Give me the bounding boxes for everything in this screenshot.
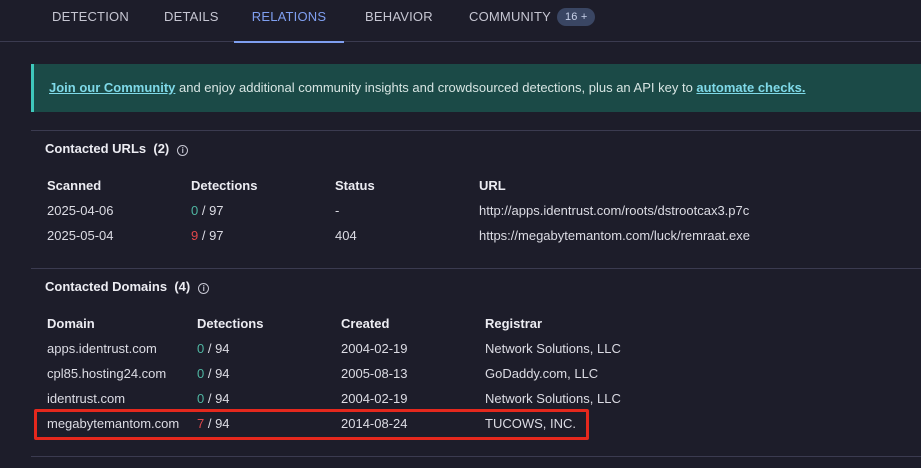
tab-label: BEHAVIOR — [365, 9, 433, 24]
column-header-detections: Detections — [197, 316, 264, 331]
detections-cell: 0 / 94 — [197, 391, 230, 406]
column-header-status: Status — [335, 178, 375, 193]
registrar-cell: GoDaddy.com, LLC — [485, 366, 599, 381]
tab-details[interactable]: DETAILS — [164, 0, 219, 42]
divider — [31, 130, 921, 131]
banner-text: and enjoy additional community insights … — [175, 80, 697, 95]
created-date: 2005-08-13 — [341, 366, 408, 381]
domain-link[interactable]: apps.identrust.com — [47, 341, 157, 356]
community-count-badge: 16 + — [556, 8, 596, 26]
tab-detection[interactable]: DETECTION — [52, 0, 129, 42]
detection-total: / 94 — [204, 341, 230, 356]
automate-checks-link[interactable]: automate checks. — [696, 80, 805, 95]
detections-cell: 9 / 97 — [191, 228, 224, 243]
info-icon[interactable]: i — [177, 145, 189, 156]
tab-relations[interactable]: RELATIONS — [234, 0, 344, 43]
registrar-cell: Network Solutions, LLC — [485, 391, 621, 406]
created-date: 2004-02-19 — [341, 391, 408, 406]
scanned-date: 2025-05-04 — [47, 228, 114, 243]
detection-total: / 94 — [204, 366, 230, 381]
divider — [31, 456, 921, 457]
column-header-registrar: Registrar — [485, 316, 543, 331]
column-header-created: Created — [341, 316, 390, 331]
domain-link[interactable]: cpl85.hosting24.com — [47, 366, 166, 381]
column-header-scanned: Scanned — [47, 178, 102, 193]
tab-community[interactable]: COMMUNITY 16 + — [469, 0, 596, 42]
url-link[interactable]: https://megabytemantom.com/luck/remraat.… — [479, 228, 750, 243]
column-header-domain: Domain — [47, 316, 95, 331]
active-tab-indicator — [234, 41, 344, 43]
tab-behavior[interactable]: BEHAVIOR — [365, 0, 433, 42]
detections-cell: 0 / 94 — [197, 366, 230, 381]
community-banner: Join our Community and enjoy additional … — [31, 64, 921, 112]
registrar-cell: Network Solutions, LLC — [485, 341, 621, 356]
tab-bar: DETECTION DETAILS RELATIONS BEHAVIOR COM… — [0, 0, 921, 43]
url-link[interactable]: http://apps.identrust.com/roots/dstrootc… — [479, 203, 749, 218]
detection-total: / 94 — [204, 391, 230, 406]
contacted-domains-title: Contacted Domains (4) i — [45, 279, 210, 294]
section-title-text: Contacted URLs — [45, 141, 147, 156]
tab-label: COMMUNITY — [469, 9, 551, 24]
column-header-detections: Detections — [191, 178, 258, 193]
detection-total: / 97 — [198, 203, 224, 218]
status-cell: 404 — [335, 228, 357, 243]
tab-label: DETECTION — [52, 9, 129, 24]
detection-total: / 97 — [198, 228, 224, 243]
highlight-box — [34, 409, 589, 440]
section-title-text: Contacted Domains — [45, 279, 168, 294]
divider — [31, 268, 921, 269]
tab-label: DETAILS — [164, 9, 219, 24]
section-count: (4) — [174, 279, 191, 294]
column-header-url: URL — [479, 178, 506, 193]
detections-cell: 0 / 97 — [191, 203, 224, 218]
domain-link[interactable]: identrust.com — [47, 391, 125, 406]
join-community-link[interactable]: Join our Community — [49, 80, 175, 95]
info-icon[interactable]: i — [198, 283, 210, 294]
section-count: (2) — [153, 141, 170, 156]
contacted-urls-title: Contacted URLs (2) i — [45, 141, 189, 156]
detections-cell: 0 / 94 — [197, 341, 230, 356]
scanned-date: 2025-04-06 — [47, 203, 114, 218]
created-date: 2004-02-19 — [341, 341, 408, 356]
status-cell: - — [335, 203, 340, 218]
tab-label: RELATIONS — [251, 9, 327, 24]
